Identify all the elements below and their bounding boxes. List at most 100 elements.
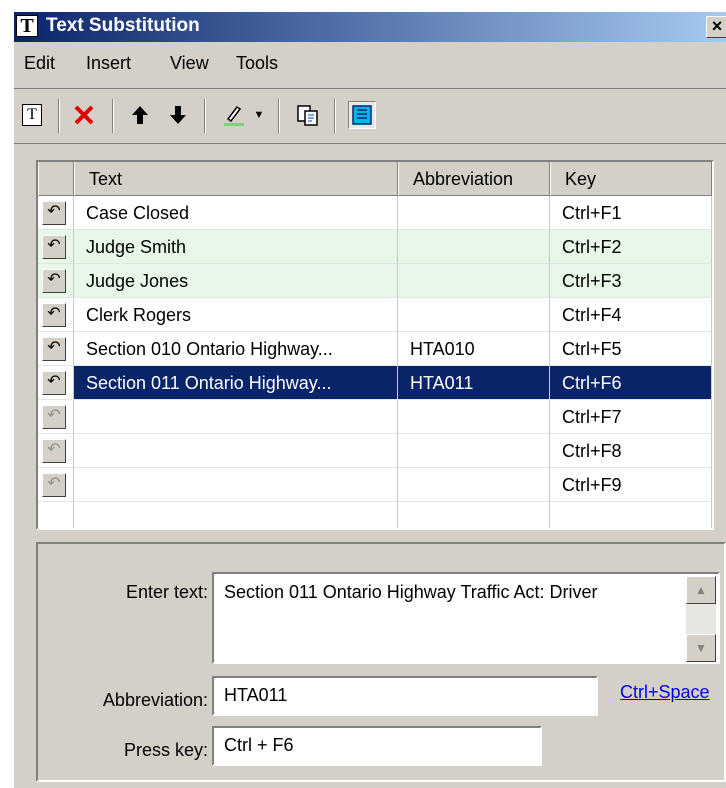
menu-tools[interactable]: Tools: [236, 53, 278, 74]
delete-button[interactable]: [70, 101, 98, 129]
press-key-label: Press key:: [123, 740, 208, 760]
new-text-button[interactable]: T: [18, 101, 46, 129]
abbreviation-cell: [398, 502, 550, 528]
table-row[interactable]: ↶ Clerk Rogers Ctrl+F4: [38, 298, 712, 332]
key-cell[interactable]: Ctrl+F8: [550, 434, 712, 468]
table-row[interactable]: ↶ Section 011 Ontario Highway... HTA011 Ctr…: [38, 366, 712, 400]
table-row[interactable]: ↶ Ctrl+F8: [38, 434, 712, 468]
insert-row-button[interactable]: ↶: [42, 269, 66, 293]
key-cell[interactable]: Ctrl+F9: [550, 468, 712, 502]
highlight-dropdown-button[interactable]: ▼: [250, 101, 268, 129]
title-bar[interactable]: T Text Substitution ×: [14, 12, 726, 42]
text-cell[interactable]: Case Closed: [74, 196, 398, 230]
text-cell[interactable]: [74, 468, 398, 502]
key-cell[interactable]: Ctrl+F5: [550, 332, 712, 366]
highlighter-icon: [224, 105, 244, 126]
insert-row-button[interactable]: ↶: [42, 371, 66, 395]
table-row[interactable]: ↶ Ctrl+F9: [38, 468, 712, 502]
abbreviation-cell[interactable]: [398, 468, 550, 502]
abbreviation-field[interactable]: HTA011: [212, 676, 598, 716]
scroll-down-button[interactable]: ▼: [686, 634, 716, 662]
abbreviation-cell[interactable]: [398, 264, 550, 298]
panel-icon: [352, 105, 372, 125]
insert-row-button[interactable]: ↶: [42, 201, 66, 225]
table-header: Text Abbreviation Key: [38, 162, 712, 196]
move-down-button[interactable]: [164, 101, 192, 129]
row-button-column-header: [38, 162, 74, 196]
table-row[interactable]: ↶ Judge Smith Ctrl+F2: [38, 230, 712, 264]
abbreviation-label: Abbreviation:: [102, 690, 208, 710]
enter-text-label: Enter text:: [125, 582, 208, 602]
abbreviation-cell[interactable]: HTA011: [398, 366, 550, 400]
arrow-down-icon: [170, 106, 186, 124]
undo-arrow-icon: ↶: [47, 271, 61, 288]
toolbar-separator: [58, 99, 60, 133]
highlight-button[interactable]: [220, 101, 248, 129]
toolbar: T ▼: [14, 88, 726, 144]
key-cell[interactable]: Ctrl+F6: [550, 366, 712, 400]
insert-row-button[interactable]: ↶: [42, 337, 66, 361]
undo-arrow-icon: ↶: [47, 305, 61, 322]
move-up-button[interactable]: [126, 101, 154, 129]
undo-arrow-icon: ↶: [47, 407, 61, 424]
text-substitution-window: T Text Substitution × Edit Insert View T…: [12, 10, 726, 788]
table-row[interactable]: ↶ Case Closed Ctrl+F1: [38, 196, 712, 230]
key-cell[interactable]: Ctrl+F4: [550, 298, 712, 332]
table-row[interactable]: ↶ Judge Jones Ctrl+F3: [38, 264, 712, 298]
scroll-up-button[interactable]: ▲: [686, 576, 716, 604]
column-header-key[interactable]: Key: [550, 162, 712, 196]
close-button[interactable]: ×: [706, 16, 726, 38]
table-row[interactable]: ↶ Section 010 Ontario Highway... HTA010 Ctr…: [38, 332, 712, 366]
insert-row-button[interactable]: ↶: [42, 473, 66, 497]
menu-edit[interactable]: Edit: [24, 53, 55, 74]
key-cell[interactable]: Ctrl+F1: [550, 196, 712, 230]
enter-text-field[interactable]: Section 011 Ontario Highway Traffic Act:…: [212, 572, 720, 664]
row-button-cell: ↶: [38, 468, 74, 502]
text-cell[interactable]: Judge Smith: [74, 230, 398, 264]
insert-row-button[interactable]: ↶: [42, 235, 66, 259]
abbreviation-cell[interactable]: [398, 400, 550, 434]
toolbar-separator: [334, 99, 336, 133]
row-button-cell: ↶: [38, 400, 74, 434]
substitution-table: Text Abbreviation Key ↶ Case Closed Ctrl+F…: [36, 160, 714, 530]
press-key-field[interactable]: Ctrl + F6: [212, 726, 542, 766]
insert-row-button[interactable]: ↶: [42, 405, 66, 429]
text-cell[interactable]: Section 011 Ontario Highway...: [74, 366, 398, 400]
insert-row-button[interactable]: ↶: [42, 439, 66, 463]
abbreviation-cell[interactable]: HTA010: [398, 332, 550, 366]
text-cell[interactable]: Section 010 Ontario Highway...: [74, 332, 398, 366]
copy-button[interactable]: [294, 101, 322, 129]
column-header-abbreviation[interactable]: Abbreviation: [398, 162, 550, 196]
key-cell[interactable]: Ctrl+F7: [550, 400, 712, 434]
text-scrollbar[interactable]: ▲ ▼: [686, 576, 716, 662]
abbreviation-cell[interactable]: [398, 230, 550, 264]
menu-insert[interactable]: Insert: [86, 53, 131, 74]
menu-bar: Edit Insert View Tools: [14, 44, 726, 84]
abbreviation-cell[interactable]: [398, 434, 550, 468]
abbreviation-cell[interactable]: [398, 298, 550, 332]
key-cell[interactable]: Ctrl+F2: [550, 230, 712, 264]
row-button-cell: ↶: [38, 298, 74, 332]
table-row[interactable]: ↶ Ctrl+F7: [38, 400, 712, 434]
row-button-cell: ↶: [38, 434, 74, 468]
text-cell[interactable]: [74, 434, 398, 468]
menu-view[interactable]: View: [170, 53, 209, 74]
dropdown-arrow-icon: ▼: [253, 109, 265, 121]
undo-arrow-icon: ↶: [47, 339, 61, 356]
insert-row-button[interactable]: ↶: [42, 303, 66, 327]
new-text-icon: T: [22, 104, 42, 126]
table-row: [38, 502, 712, 528]
show-editor-toggle[interactable]: [348, 101, 376, 129]
text-cell[interactable]: Judge Jones: [74, 264, 398, 298]
abbreviation-cell[interactable]: [398, 196, 550, 230]
delete-icon: [74, 105, 94, 125]
text-cell[interactable]: [74, 400, 398, 434]
editor-panel: Enter text: Section 011 Ontario Highway …: [36, 542, 726, 782]
text-cell[interactable]: Clerk Rogers: [74, 298, 398, 332]
ctrl-space-link[interactable]: Ctrl+Space: [620, 682, 710, 703]
copy-icon: [297, 105, 318, 126]
column-header-text[interactable]: Text: [74, 162, 398, 196]
key-cell[interactable]: Ctrl+F3: [550, 264, 712, 298]
row-button-cell: ↶: [38, 366, 74, 400]
window-title: Text Substitution: [46, 15, 200, 36]
